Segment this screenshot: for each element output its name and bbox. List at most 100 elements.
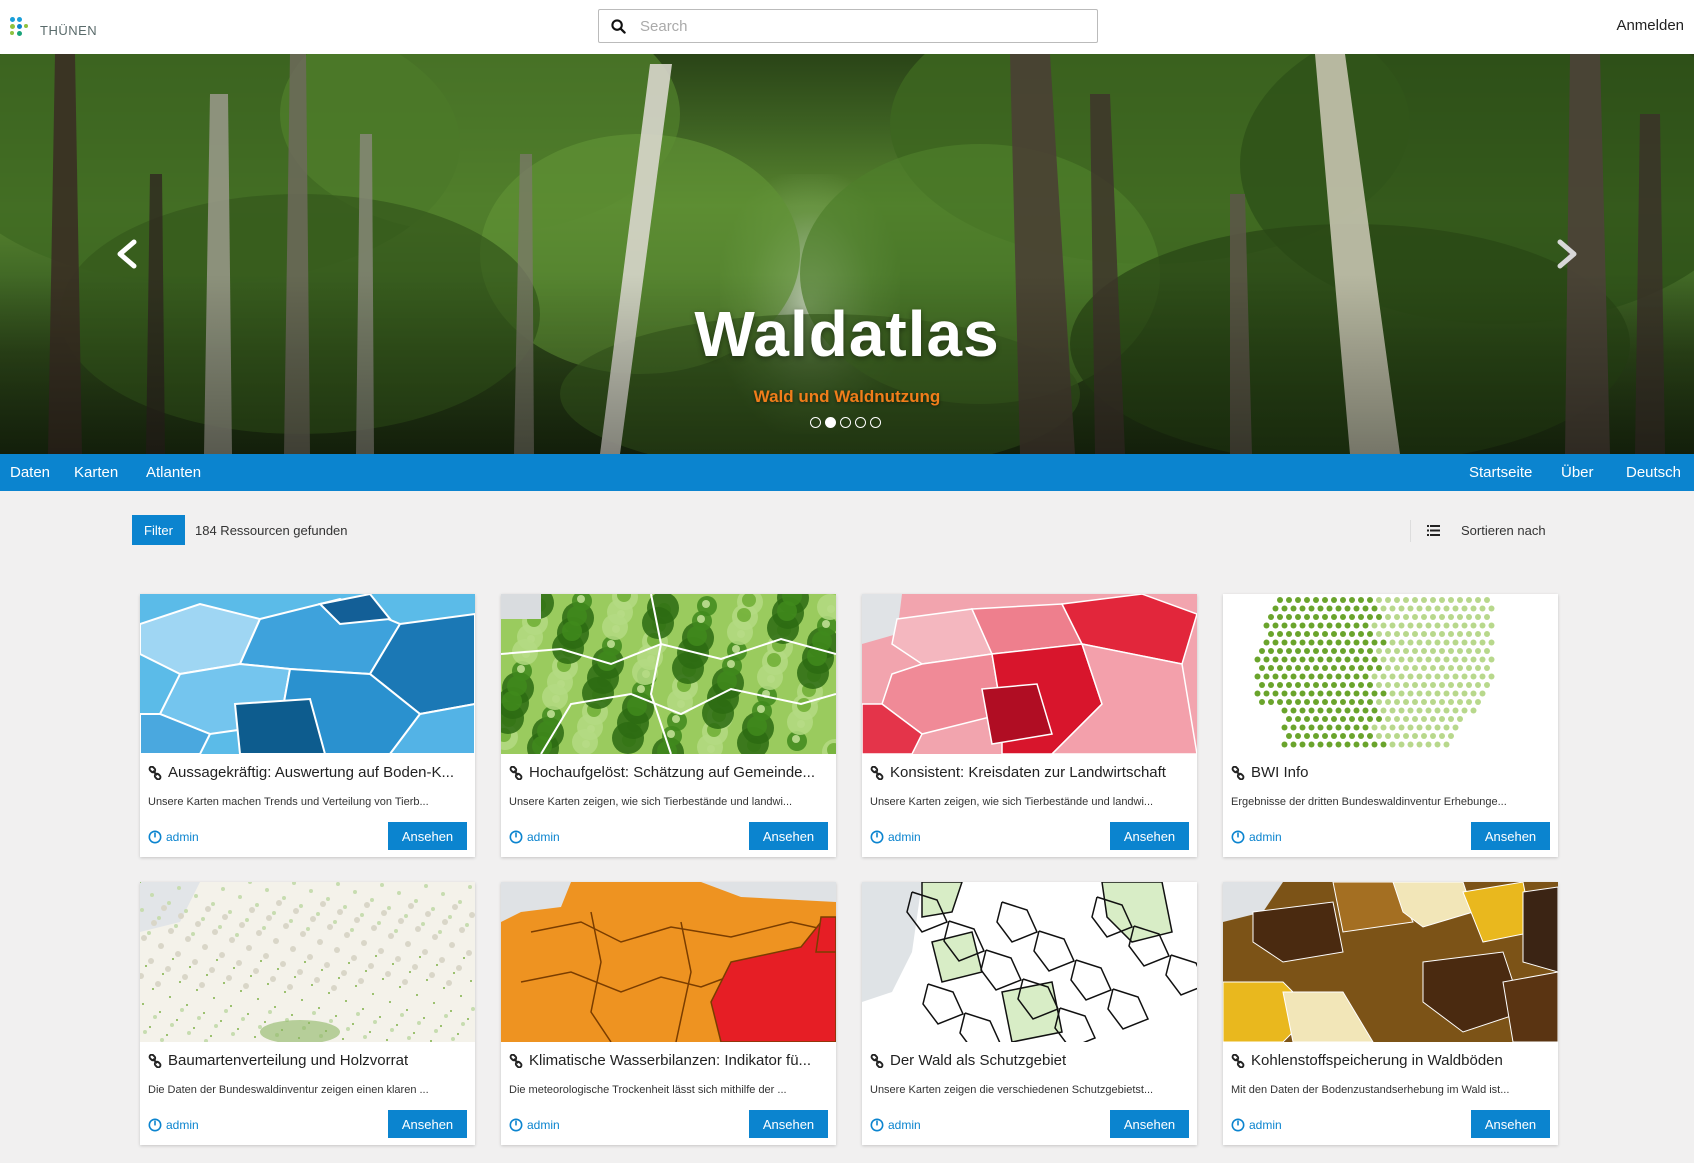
main-nav: Daten Karten Atlanten Startseite Über De… [0,454,1694,491]
card-thumbnail[interactable] [501,882,836,1042]
card-description: Unsere Karten machen Trends und Verteilu… [148,796,429,808]
card-owner-name: admin [1249,830,1282,844]
card-title[interactable]: Konsistent: Kreisdaten zur Landwirtschaf… [870,764,1190,781]
card-owner[interactable]: admin [870,1118,921,1132]
card-description: Die Daten der Bundeswaldinventur zeigen … [148,1084,429,1096]
card-thumbnail[interactable] [1223,594,1558,754]
link-icon [509,765,523,780]
card-title-text: Kohlenstoffspeicherung in Waldböden [1251,1052,1503,1069]
card-thumbnail[interactable] [862,882,1197,1042]
link-icon [870,765,884,780]
result-count: 184 Ressourcen gefunden [195,523,348,538]
card-title-text: BWI Info [1251,764,1309,781]
list-view-icon[interactable] [1427,525,1440,536]
user-power-icon [870,830,884,844]
card-owner-name: admin [527,830,560,844]
card-title[interactable]: Hochaufgelöst: Schätzung auf Gemeinde... [509,764,829,781]
carousel-dot[interactable] [855,417,866,428]
card-description: Unsere Karten zeigen, wie sich Tierbestä… [509,796,793,808]
view-button[interactable]: Ansehen [1110,1110,1189,1138]
card-title-text: Konsistent: Kreisdaten zur Landwirtschaf… [890,764,1166,781]
nav-item-karten[interactable]: Karten [74,464,118,481]
user-power-icon [1231,1118,1245,1132]
hero-carousel: Waldatlas Wald und Waldnutzung [0,54,1694,454]
card-title[interactable]: Klimatische Wasserbilanzen: Indikator fü… [509,1052,829,1069]
logo[interactable]: THÜNEN [10,14,97,40]
carousel-dot[interactable] [825,417,836,428]
card-thumbnail[interactable] [140,594,475,754]
card-thumbnail[interactable] [862,594,1197,754]
link-icon [870,1053,884,1068]
card-owner[interactable]: admin [1231,1118,1282,1132]
card-description: Die meteorologische Trockenheit lässt si… [509,1084,787,1096]
view-button[interactable]: Ansehen [1471,822,1550,850]
resource-card[interactable]: Klimatische Wasserbilanzen: Indikator fü… [501,882,836,1145]
resource-card[interactable]: Baumartenverteilung und Holzvorrat Die Da… [140,882,475,1145]
card-title-text: Aussagekräftig: Auswertung auf Boden-K..… [168,764,455,781]
carousel-dot[interactable] [840,417,851,428]
carousel-dot[interactable] [870,417,881,428]
nav-item-ueber[interactable]: Über [1561,464,1594,481]
user-power-icon [148,830,162,844]
card-thumbnail[interactable] [140,882,475,1042]
user-power-icon [509,830,523,844]
card-owner[interactable]: admin [1231,830,1282,844]
sort-dropdown[interactable]: Sortieren nach [1461,523,1546,538]
nav-item-atlanten[interactable]: Atlanten [146,464,201,481]
login-link[interactable]: Anmelden [1616,17,1684,34]
link-icon [148,1053,162,1068]
card-owner[interactable]: admin [509,1118,560,1132]
card-owner-name: admin [888,830,921,844]
card-owner-name: admin [1249,1118,1282,1132]
resource-card[interactable]: BWI Info Ergebnisse der dritten Bundeswal… [1223,594,1558,857]
card-thumbnail[interactable] [1223,882,1558,1042]
carousel-indicators [810,417,881,428]
resource-card[interactable]: Der Wald als Schutzgebiet Unsere Karten z… [862,882,1197,1145]
user-power-icon [870,1118,884,1132]
nav-item-language[interactable]: Deutsch [1626,464,1681,481]
carousel-prev-arrow-icon[interactable] [108,234,148,274]
card-owner-name: admin [888,1118,921,1132]
card-owner-name: admin [166,1118,199,1132]
resource-card[interactable]: Hochaufgelöst: Schätzung auf Gemeinde...… [501,594,836,857]
view-button[interactable]: Ansehen [749,822,828,850]
hero-subtitle: Wald und Waldnutzung [753,387,941,406]
resource-card[interactable]: Aussagekräftig: Auswertung auf Boden-K..… [140,594,475,857]
search-input[interactable] [640,17,1080,35]
view-button[interactable]: Ansehen [1471,1110,1550,1138]
card-title-text: Hochaufgelöst: Schätzung auf Gemeinde... [529,764,816,781]
user-power-icon [1231,830,1245,844]
card-thumbnail[interactable] [501,594,836,754]
search-box[interactable] [598,9,1098,43]
carousel-next-arrow-icon[interactable] [1546,234,1586,274]
card-title[interactable]: Der Wald als Schutzgebiet [870,1052,1190,1069]
card-owner[interactable]: admin [870,830,921,844]
card-owner-name: admin [527,1118,560,1132]
top-bar: THÜNEN Anmelden [0,0,1694,54]
toolbar-divider [1410,520,1411,542]
link-icon [148,765,162,780]
card-owner-name: admin [166,830,199,844]
card-title[interactable]: Aussagekräftig: Auswertung auf Boden-K..… [148,764,468,781]
card-description: Mit den Daten der Bodenzustandserhebung … [1231,1084,1510,1096]
view-button[interactable]: Ansehen [388,1110,467,1138]
card-owner[interactable]: admin [509,830,560,844]
card-owner[interactable]: admin [148,1118,199,1132]
card-owner[interactable]: admin [148,830,199,844]
card-title[interactable]: Baumartenverteilung und Holzvorrat [148,1052,468,1069]
card-description: Unsere Karten zeigen die verschiedenen S… [870,1084,1154,1096]
card-title-text: Klimatische Wasserbilanzen: Indikator fü… [529,1052,812,1069]
view-button[interactable]: Ansehen [388,822,467,850]
view-button[interactable]: Ansehen [1110,822,1189,850]
filter-button[interactable]: Filter [132,515,185,545]
logo-text: THÜNEN [40,22,98,38]
resource-card[interactable]: Konsistent: Kreisdaten zur Landwirtschaf… [862,594,1197,857]
nav-item-daten[interactable]: Daten [10,464,50,481]
resource-card[interactable]: Kohlenstoffspeicherung in Waldböden Mit d… [1223,882,1558,1145]
carousel-dot[interactable] [810,417,821,428]
card-title[interactable]: BWI Info [1231,764,1551,781]
card-title[interactable]: Kohlenstoffspeicherung in Waldböden [1231,1052,1551,1069]
nav-item-startseite[interactable]: Startseite [1469,464,1532,481]
view-button[interactable]: Ansehen [749,1110,828,1138]
card-description: Unsere Karten zeigen, wie sich Tierbestä… [870,796,1154,808]
